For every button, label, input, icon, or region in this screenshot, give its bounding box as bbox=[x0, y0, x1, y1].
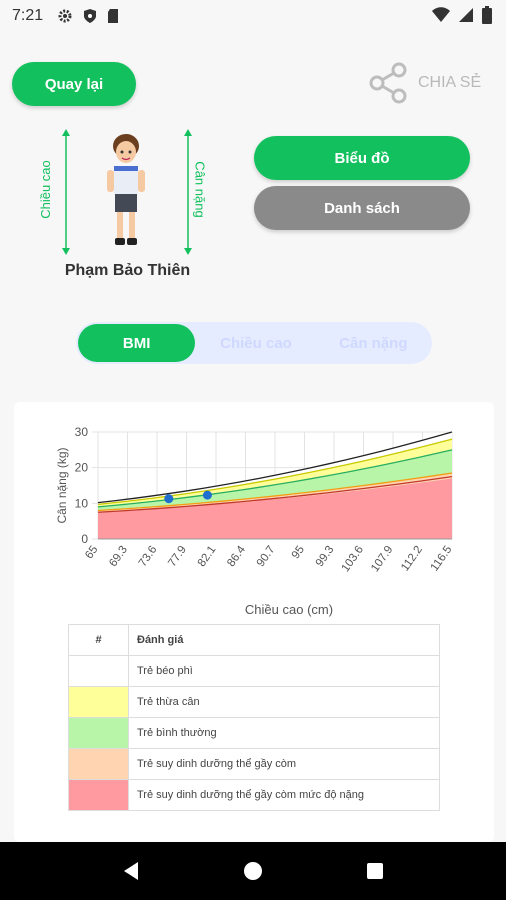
weight-label: Cân nặng bbox=[192, 161, 208, 218]
x-tick-label: 73.6 bbox=[137, 544, 160, 569]
legend-label: Trẻ thừa cân bbox=[128, 686, 440, 718]
legend-row: Trẻ béo phì bbox=[68, 655, 440, 687]
x-axis-title: Chiều cao (cm) bbox=[245, 602, 333, 617]
legend-row: Trẻ suy dinh dưỡng thể gầy còm bbox=[68, 748, 440, 780]
y-tick-label: 10 bbox=[75, 496, 89, 510]
x-tick-label: 90.7 bbox=[255, 544, 278, 569]
data-point bbox=[164, 494, 174, 504]
legend-header-rating: Đánh giá bbox=[128, 624, 440, 656]
status-time: 7:21 bbox=[12, 7, 44, 24]
tab-height[interactable]: Chiều cao bbox=[197, 322, 314, 364]
legend-swatch bbox=[68, 779, 129, 811]
sd-card-icon bbox=[108, 9, 119, 23]
child-name: Phạm Bảo Thiên bbox=[64, 262, 191, 279]
legend-row: Trẻ suy dinh dưỡng thể gầy còm mức độ nặ… bbox=[68, 779, 440, 811]
chart-card: 0 10 20 30 65 69.3 73.6 77.9 82.1 86.4 90.7 95 99.3 1… bbox=[14, 402, 494, 842]
legend-label: Trẻ bình thường bbox=[128, 717, 440, 749]
legend-row: Trẻ thừa cân bbox=[68, 686, 440, 718]
y-tick-label: 30 bbox=[75, 425, 89, 439]
tab-weight[interactable]: Cân nặng bbox=[315, 322, 432, 364]
share-icon bbox=[369, 62, 407, 104]
x-tick-label: 86.4 bbox=[225, 543, 248, 569]
legend-swatch bbox=[68, 686, 129, 718]
x-tick-label: 112.2 bbox=[399, 544, 425, 574]
data-point bbox=[202, 490, 212, 500]
legend-table: # Đánh giá Trẻ béo phì Trẻ thừa cân Trẻ … bbox=[68, 624, 440, 811]
y-tick-label: 20 bbox=[75, 461, 89, 475]
signal-icon bbox=[459, 8, 473, 22]
legend-label: Trẻ suy dinh dưỡng thể gầy còm mức độ nặ… bbox=[128, 779, 440, 811]
tab-bmi[interactable]: BMI bbox=[78, 324, 196, 362]
back-button[interactable]: Quay lại bbox=[12, 62, 136, 106]
x-tick-label: 65 bbox=[83, 544, 100, 561]
legend-label: Trẻ béo phì bbox=[128, 655, 440, 687]
legend-swatch bbox=[68, 717, 129, 749]
x-tick-label: 77.9 bbox=[166, 544, 189, 569]
settings-icon bbox=[58, 9, 72, 23]
nav-back-icon[interactable] bbox=[120, 860, 142, 882]
battery-icon bbox=[482, 6, 492, 24]
height-label: Chiều cao bbox=[37, 160, 53, 219]
x-tick-label: 99.3 bbox=[314, 544, 337, 569]
legend-header-row: # Đánh giá bbox=[68, 624, 440, 656]
y-axis-title: Cân nặng (kg) bbox=[55, 447, 69, 523]
legend-header-index: # bbox=[68, 624, 129, 656]
status-bar: 7:21 bbox=[0, 0, 506, 32]
list-view-button[interactable]: Danh sách bbox=[254, 186, 470, 230]
x-tick-label: 82.1 bbox=[196, 544, 219, 569]
shield-icon bbox=[84, 9, 97, 23]
wifi-icon bbox=[432, 7, 450, 22]
x-tick-label: 69.3 bbox=[107, 544, 130, 569]
legend-row: Trẻ bình thường bbox=[68, 717, 440, 749]
nav-home-icon[interactable] bbox=[242, 860, 264, 882]
metric-tabs: BMI Chiều cao Cân nặng bbox=[76, 322, 432, 364]
system-nav-bar bbox=[0, 842, 506, 900]
child-avatar bbox=[107, 134, 145, 245]
x-tick-label: 107.9 bbox=[369, 544, 395, 574]
legend-swatch bbox=[68, 748, 129, 780]
x-tick-label: 95 bbox=[290, 544, 307, 561]
height-arrow-icon bbox=[62, 129, 70, 255]
legend-label: Trẻ suy dinh dưỡng thể gầy còm bbox=[128, 748, 440, 780]
x-tick-label: 116.5 bbox=[429, 544, 455, 574]
share-button[interactable]: CHIA SẺ bbox=[368, 62, 481, 104]
legend-swatch bbox=[68, 655, 129, 687]
x-tick-label: 103.6 bbox=[340, 544, 366, 574]
chart-view-button[interactable]: Biểu đồ bbox=[254, 136, 470, 180]
bmi-chart: 010203065 69.3 73.6 77.9 82.1 86.4 90.7 95 99.3 1… bbox=[55, 425, 455, 617]
share-label: CHIA SẺ bbox=[418, 74, 482, 91]
y-tick-label: 0 bbox=[81, 532, 88, 546]
nav-recents-icon[interactable] bbox=[364, 860, 386, 882]
child-figure-area: Chiều cao Cân nặng bbox=[38, 126, 224, 256]
